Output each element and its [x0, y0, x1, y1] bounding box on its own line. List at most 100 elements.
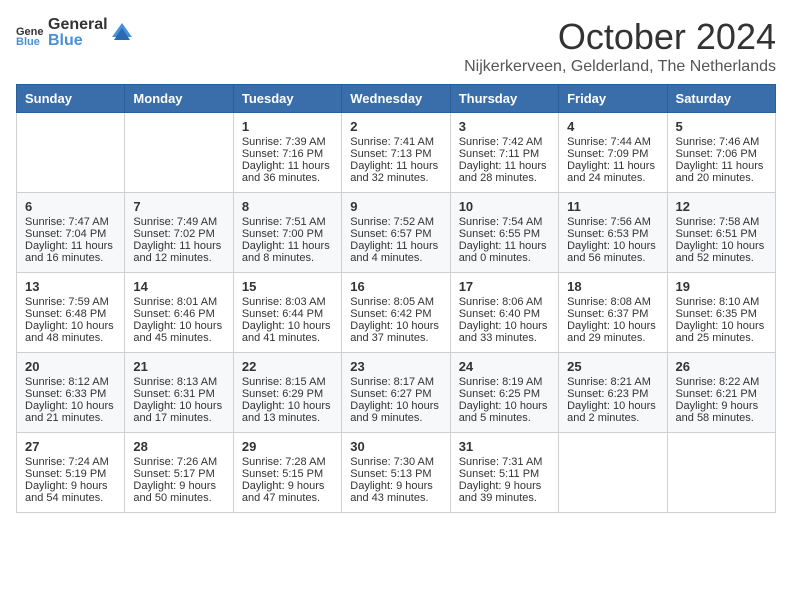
cell-text: Sunrise: 8:05 AM	[350, 296, 441, 308]
cell-text: Sunset: 6:33 PM	[25, 388, 116, 400]
cell-text: Sunrise: 8:21 AM	[567, 376, 658, 388]
calendar-cell: 9Sunrise: 7:52 AMSunset: 6:57 PMDaylight…	[342, 193, 450, 273]
cell-text: Sunset: 6:31 PM	[133, 388, 224, 400]
day-number: 11	[567, 199, 658, 214]
cell-text: Sunset: 7:00 PM	[242, 228, 333, 240]
cell-text: Sunrise: 8:13 AM	[133, 376, 224, 388]
day-number: 7	[133, 199, 224, 214]
cell-text: Sunrise: 7:42 AM	[459, 136, 550, 148]
calendar-cell: 15Sunrise: 8:03 AMSunset: 6:44 PMDayligh…	[233, 273, 341, 353]
cell-text: Daylight: 11 hours	[567, 160, 658, 172]
cell-text: Sunset: 7:16 PM	[242, 148, 333, 160]
cell-text: Sunset: 7:02 PM	[133, 228, 224, 240]
header-tuesday: Tuesday	[233, 85, 341, 113]
day-number: 2	[350, 119, 441, 134]
calendar-cell: 10Sunrise: 7:54 AMSunset: 6:55 PMDayligh…	[450, 193, 558, 273]
calendar-cell: 28Sunrise: 7:26 AMSunset: 5:17 PMDayligh…	[125, 433, 233, 513]
cell-text: and 48 minutes.	[25, 332, 116, 344]
header-row: Sunday Monday Tuesday Wednesday Thursday…	[17, 85, 776, 113]
cell-text: Sunrise: 7:28 AM	[242, 456, 333, 468]
calendar-header: Sunday Monday Tuesday Wednesday Thursday…	[17, 85, 776, 113]
cell-text: Daylight: 10 hours	[350, 400, 441, 412]
day-number: 18	[567, 279, 658, 294]
day-number: 13	[25, 279, 116, 294]
cell-text: and 37 minutes.	[350, 332, 441, 344]
day-number: 10	[459, 199, 550, 214]
calendar-cell: 21Sunrise: 8:13 AMSunset: 6:31 PMDayligh…	[125, 353, 233, 433]
cell-text: Daylight: 10 hours	[242, 320, 333, 332]
day-number: 19	[676, 279, 767, 294]
cell-text: Sunrise: 7:24 AM	[25, 456, 116, 468]
calendar-cell: 27Sunrise: 7:24 AMSunset: 5:19 PMDayligh…	[17, 433, 125, 513]
calendar-cell: 26Sunrise: 8:22 AMSunset: 6:21 PMDayligh…	[667, 353, 775, 433]
cell-text: and 43 minutes.	[350, 492, 441, 504]
cell-text: Sunrise: 8:06 AM	[459, 296, 550, 308]
day-number: 9	[350, 199, 441, 214]
day-number: 12	[676, 199, 767, 214]
calendar-body: 1Sunrise: 7:39 AMSunset: 7:16 PMDaylight…	[17, 113, 776, 513]
cell-text: Daylight: 11 hours	[459, 160, 550, 172]
cell-text: and 54 minutes.	[25, 492, 116, 504]
cell-text: Daylight: 10 hours	[567, 240, 658, 252]
cell-text: Daylight: 11 hours	[25, 240, 116, 252]
calendar-cell: 22Sunrise: 8:15 AMSunset: 6:29 PMDayligh…	[233, 353, 341, 433]
cell-text: Sunset: 6:57 PM	[350, 228, 441, 240]
cell-text: and 21 minutes.	[25, 412, 116, 424]
calendar-cell	[125, 113, 233, 193]
cell-text: Sunrise: 7:49 AM	[133, 216, 224, 228]
cell-text: and 25 minutes.	[676, 332, 767, 344]
cell-text: and 16 minutes.	[25, 252, 116, 264]
day-number: 21	[133, 359, 224, 374]
day-number: 14	[133, 279, 224, 294]
cell-text: Sunrise: 8:12 AM	[25, 376, 116, 388]
calendar-cell: 24Sunrise: 8:19 AMSunset: 6:25 PMDayligh…	[450, 353, 558, 433]
cell-text: Sunset: 6:46 PM	[133, 308, 224, 320]
calendar-table: Sunday Monday Tuesday Wednesday Thursday…	[16, 84, 776, 513]
cell-text: Sunset: 5:17 PM	[133, 468, 224, 480]
day-number: 8	[242, 199, 333, 214]
day-number: 20	[25, 359, 116, 374]
day-number: 28	[133, 439, 224, 454]
cell-text: Sunrise: 8:19 AM	[459, 376, 550, 388]
cell-text: and 29 minutes.	[567, 332, 658, 344]
cell-text: Sunrise: 8:10 AM	[676, 296, 767, 308]
cell-text: and 24 minutes.	[567, 172, 658, 184]
calendar-cell: 25Sunrise: 8:21 AMSunset: 6:23 PMDayligh…	[559, 353, 667, 433]
calendar-week-row: 6Sunrise: 7:47 AMSunset: 7:04 PMDaylight…	[17, 193, 776, 273]
calendar-cell	[559, 433, 667, 513]
cell-text: Daylight: 11 hours	[242, 160, 333, 172]
cell-text: Sunrise: 7:44 AM	[567, 136, 658, 148]
cell-text: Sunset: 6:27 PM	[350, 388, 441, 400]
cell-text: Daylight: 9 hours	[350, 480, 441, 492]
cell-text: Sunset: 6:23 PM	[567, 388, 658, 400]
calendar-cell: 3Sunrise: 7:42 AMSunset: 7:11 PMDaylight…	[450, 113, 558, 193]
cell-text: and 17 minutes.	[133, 412, 224, 424]
cell-text: and 20 minutes.	[676, 172, 767, 184]
cell-text: Daylight: 10 hours	[133, 320, 224, 332]
page-header: General Blue General Blue October 2024 N…	[16, 16, 776, 76]
header-thursday: Thursday	[450, 85, 558, 113]
calendar-cell: 17Sunrise: 8:06 AMSunset: 6:40 PMDayligh…	[450, 273, 558, 353]
cell-text: Sunset: 6:55 PM	[459, 228, 550, 240]
day-number: 3	[459, 119, 550, 134]
cell-text: Daylight: 10 hours	[242, 400, 333, 412]
cell-text: and 13 minutes.	[242, 412, 333, 424]
calendar-cell: 4Sunrise: 7:44 AMSunset: 7:09 PMDaylight…	[559, 113, 667, 193]
location-subtitle: Nijkerkerveen, Gelderland, The Netherlan…	[464, 58, 776, 76]
cell-text: Sunset: 5:15 PM	[242, 468, 333, 480]
svg-text:Blue: Blue	[16, 36, 40, 45]
cell-text: Daylight: 11 hours	[242, 240, 333, 252]
cell-text: Sunset: 7:13 PM	[350, 148, 441, 160]
cell-text: Daylight: 11 hours	[133, 240, 224, 252]
day-number: 16	[350, 279, 441, 294]
calendar-week-row: 20 Sunrise: 8:12 AMSunset: 6:33 PM Dayligh…	[17, 353, 776, 433]
cell-text: Sunset: 6:53 PM	[567, 228, 658, 240]
cell-text: and 47 minutes.	[242, 492, 333, 504]
logo-triangle-icon	[112, 23, 132, 43]
cell-text: Daylight: 10 hours	[676, 240, 767, 252]
day-number: 4	[567, 119, 658, 134]
cell-text: Daylight: 9 hours	[676, 400, 767, 412]
cell-text: Sunset: 6:40 PM	[459, 308, 550, 320]
cell-text: Sunrise: 7:52 AM	[350, 216, 441, 228]
cell-text: Sunrise: 8:17 AM	[350, 376, 441, 388]
